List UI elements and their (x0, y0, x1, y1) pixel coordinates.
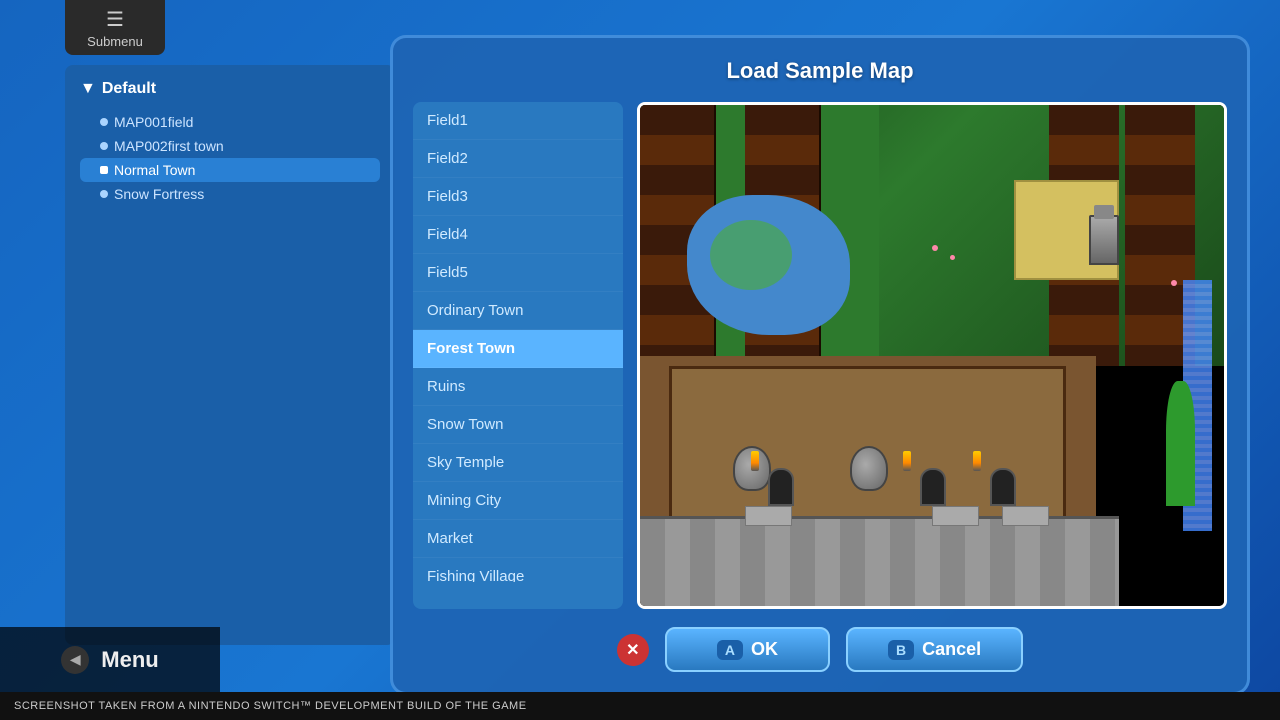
cancel-button[interactable]: B Cancel (846, 627, 1023, 672)
cancel-badge: B (888, 640, 914, 660)
map-torch-3 (973, 451, 981, 471)
load-sample-map-dialog: Load Sample Map Field1 Field2 Field3 Fie… (390, 35, 1250, 695)
sidebar-item-normal-town[interactable]: Normal Town (80, 158, 380, 182)
ok-label: OK (751, 639, 778, 660)
sidebar-item-map002first-town[interactable]: MAP002first town (80, 134, 380, 158)
x-icon: ✕ (626, 640, 639, 660)
menu-label: Menu (101, 647, 158, 673)
sidebar-bullet-icon (100, 142, 108, 150)
map-list-item-forest-town[interactable]: Forest Town (413, 330, 623, 368)
map-step-1 (745, 506, 792, 526)
sidebar-bullet-icon (100, 118, 108, 126)
map-list-item-field3[interactable]: Field3 (413, 178, 623, 216)
map-list-item-field2[interactable]: Field2 (413, 140, 623, 178)
map-list-item-mining-city[interactable]: Mining City (413, 482, 623, 520)
map-stone-floor (640, 516, 1119, 606)
sidebar-item-label: MAP001field (114, 114, 193, 130)
sidebar-item-map001field[interactable]: MAP001field (80, 110, 380, 134)
map-list-item-field1[interactable]: Field1 (413, 102, 623, 140)
map-door-1 (768, 468, 794, 506)
sidebar-group-label: Default (102, 80, 156, 98)
map-list-item-market[interactable]: Market (413, 520, 623, 558)
map-list-item-ruins[interactable]: Ruins (413, 368, 623, 406)
menu-panel: ◀ Menu (0, 627, 220, 692)
map-lake-grass (710, 220, 792, 290)
map-jar-2 (850, 446, 888, 491)
map-list-container: Field1 Field2 Field3 Field4 Field5 Ordin… (413, 102, 623, 609)
cancel-label: Cancel (922, 639, 981, 660)
dialog-content: Field1 Field2 Field3 Field4 Field5 Ordin… (413, 102, 1227, 609)
map-list-item-ordinary-town[interactable]: Ordinary Town (413, 292, 623, 330)
map-door-2 (920, 468, 946, 506)
submenu-button[interactable]: ☰ Submenu (65, 0, 165, 55)
sidebar-bullet-icon (100, 190, 108, 198)
submenu-label: Submenu (87, 34, 143, 49)
map-list-item-field5[interactable]: Field5 (413, 254, 623, 292)
sidebar: ▼ Default MAP001field MAP002first town N… (65, 65, 395, 645)
map-statue (1089, 215, 1119, 265)
dialog-title: Load Sample Map (726, 58, 913, 84)
map-tree-right (1166, 381, 1195, 506)
map-list-item-fishing-village[interactable]: Fishing Village (413, 558, 623, 582)
map-list-item-snow-town[interactable]: Snow Town (413, 406, 623, 444)
sidebar-item-label: Normal Town (114, 162, 195, 178)
bottom-bar: SCREENSHOT TAKEN FROM A NINTENDO SWITCH™… (0, 692, 1280, 720)
map-flower-2 (950, 255, 955, 260)
map-list-item-sky-temple[interactable]: Sky Temple (413, 444, 623, 482)
map-door-3 (990, 468, 1016, 506)
sidebar-item-snow-fortress[interactable]: Snow Fortress (80, 182, 380, 206)
ok-badge: A (717, 640, 743, 660)
map-list[interactable]: Field1 Field2 Field3 Field4 Field5 Ordin… (413, 102, 623, 582)
map-step-3 (1002, 506, 1049, 526)
map-step-2 (932, 506, 979, 526)
map-torch-2 (903, 451, 911, 471)
ok-button[interactable]: A OK (665, 627, 830, 672)
sidebar-item-label: MAP002first town (114, 138, 224, 154)
map-torch-1 (751, 451, 759, 471)
map-list-item-field4[interactable]: Field4 (413, 216, 623, 254)
sidebar-arrow-icon: ▼ (80, 80, 96, 98)
bottom-notice: SCREENSHOT TAKEN FROM A NINTENDO SWITCH™… (14, 700, 527, 712)
sidebar-active-icon (100, 166, 108, 174)
map-canvas (640, 105, 1224, 606)
close-icon-button[interactable]: ✕ (617, 634, 649, 666)
submenu-icon: ☰ (106, 7, 124, 32)
map-preview (637, 102, 1227, 609)
sidebar-group-header: ▼ Default (80, 80, 380, 98)
sidebar-item-label: Snow Fortress (114, 186, 204, 202)
dialog-buttons: ✕ A OK B Cancel (617, 627, 1023, 672)
menu-icon[interactable]: ◀ (61, 646, 89, 674)
